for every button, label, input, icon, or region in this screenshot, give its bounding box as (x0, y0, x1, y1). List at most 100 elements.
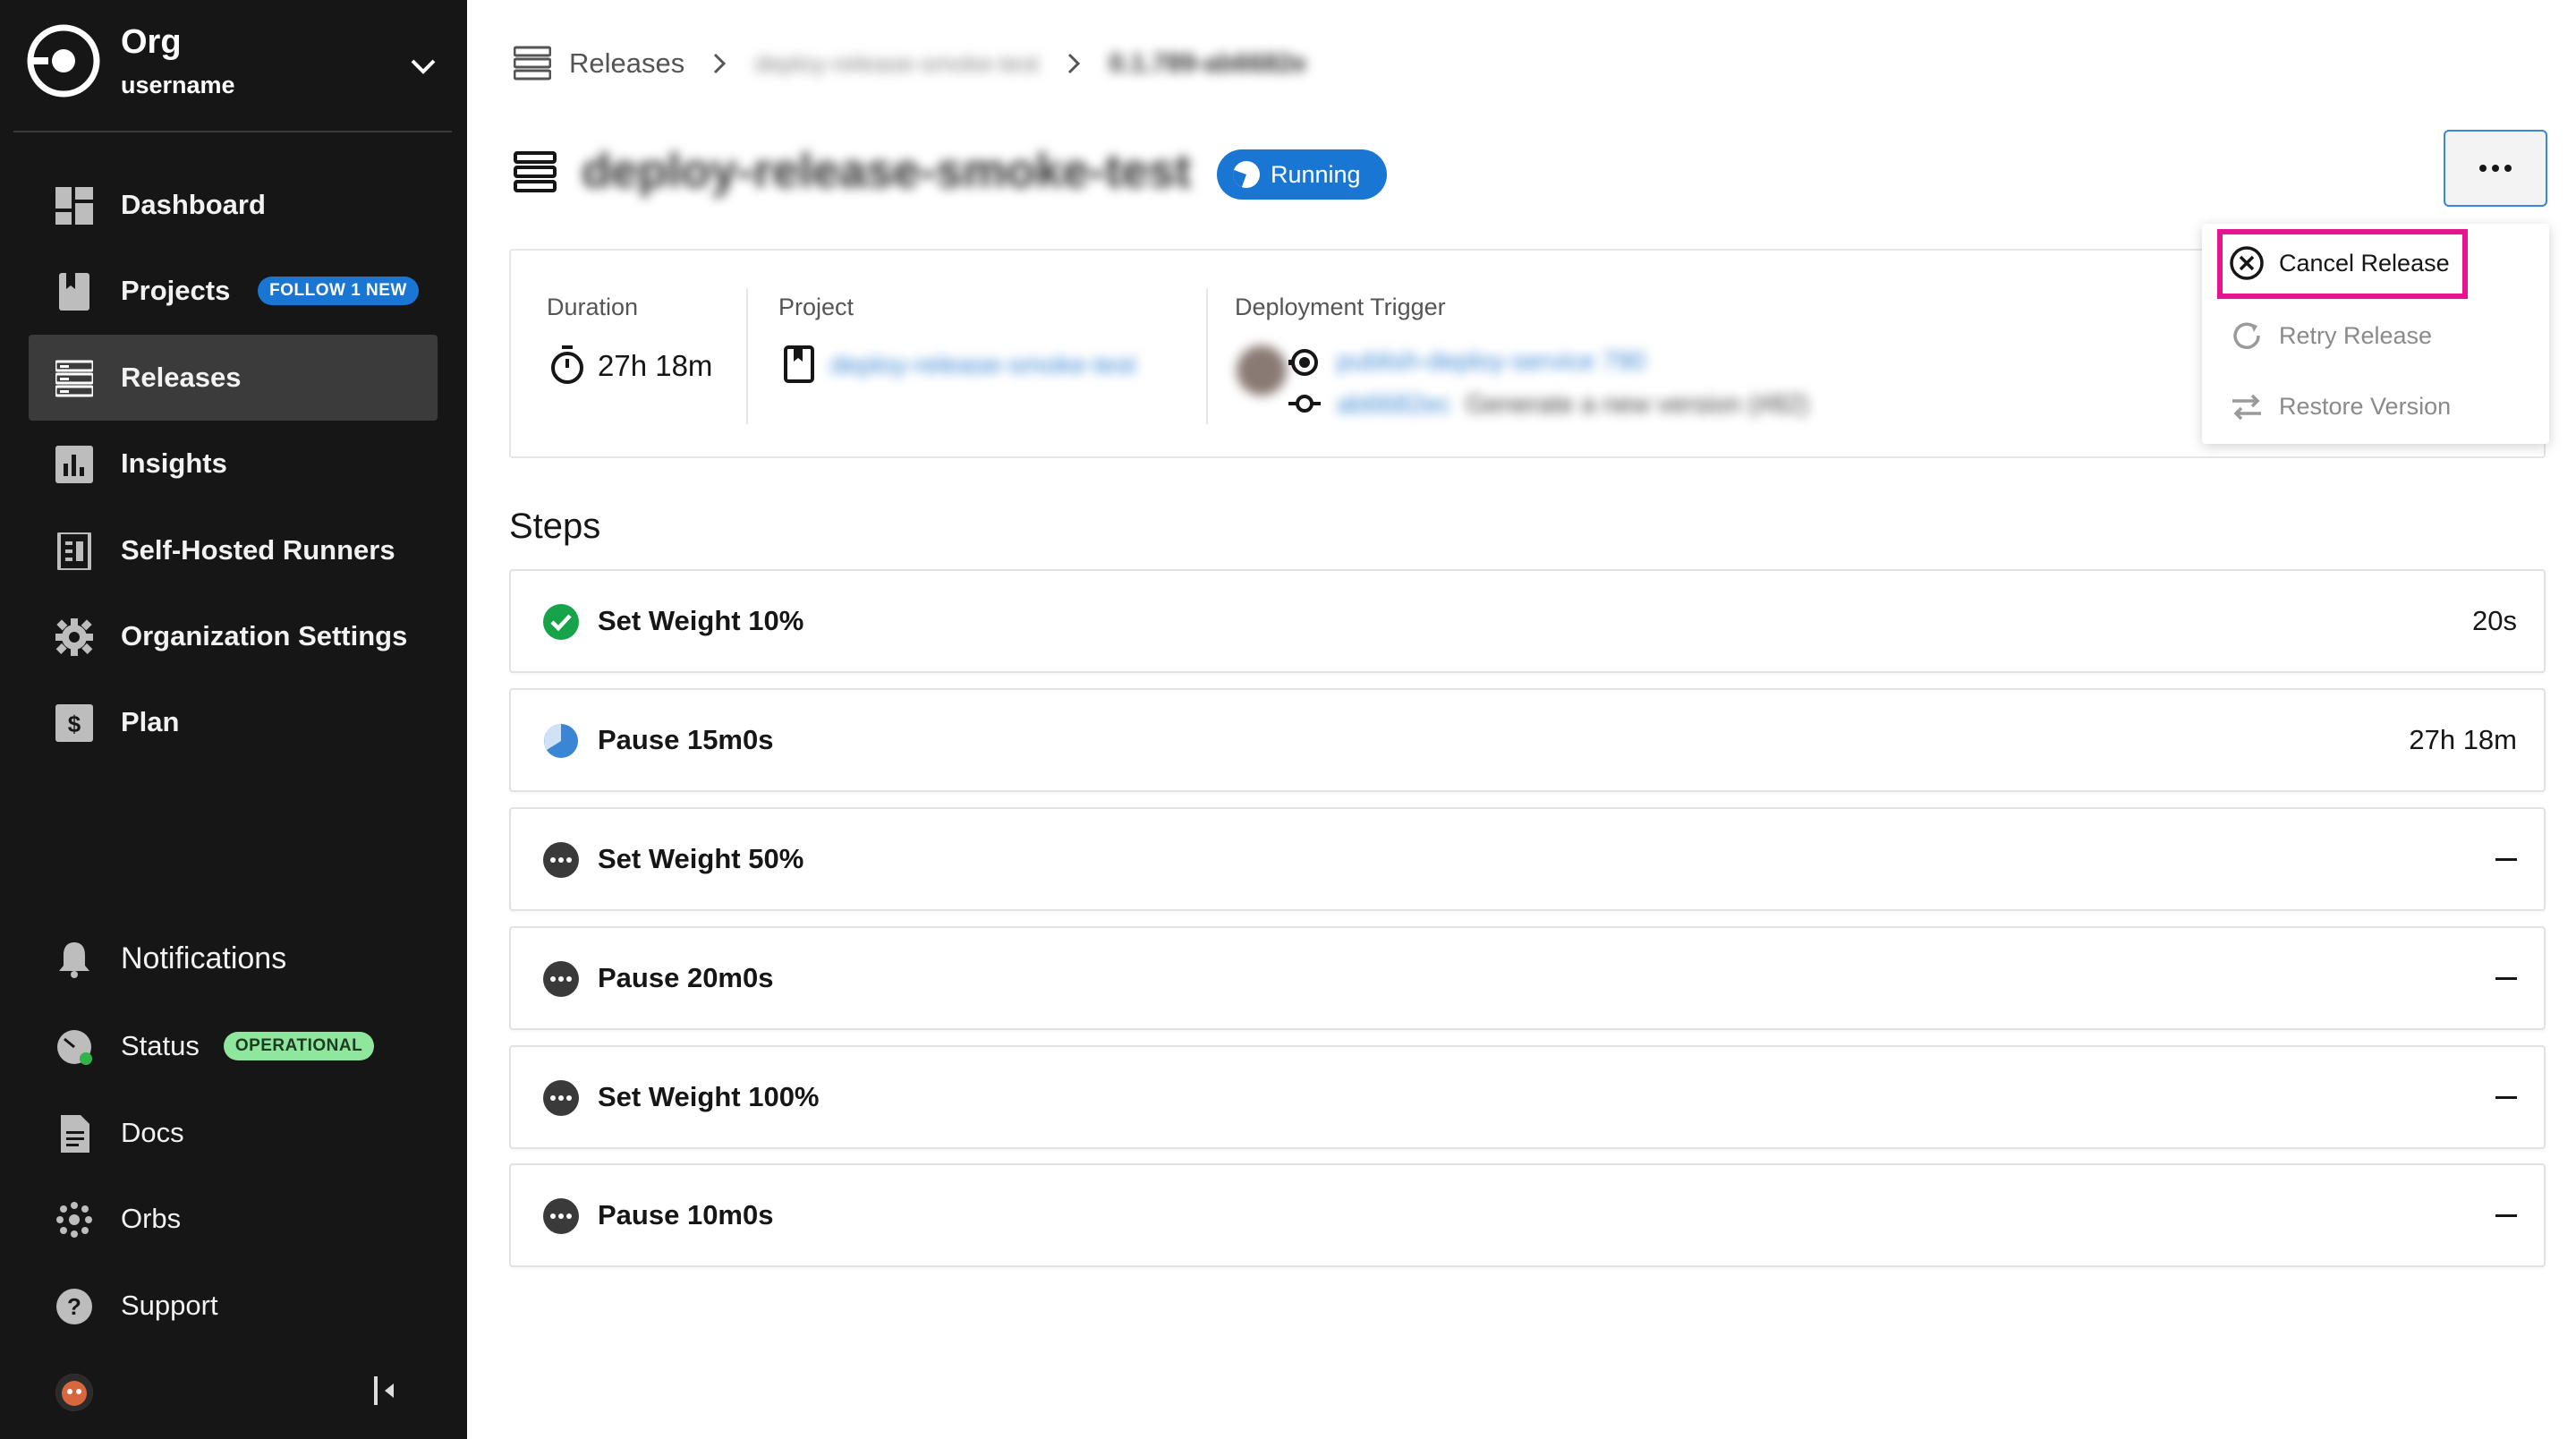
project-link[interactable]: deploy-release-smoke-test (830, 351, 1136, 380)
deployment-trigger-section: Deployment Trigger publish-deploy-servic… (1208, 251, 2085, 460)
sidebar: Org username Dashboard Projects FOLLOW 1… (0, 0, 467, 1439)
status-gauge-icon (57, 1030, 92, 1065)
retry-release-menu-item: Retry Release (2229, 309, 2432, 362)
user-avatar[interactable] (55, 1374, 93, 1411)
follow-new-badge[interactable]: FOLLOW 1 NEW (258, 277, 419, 305)
step-name: Set Weight 50% (598, 843, 804, 874)
runner-document-icon (57, 532, 91, 570)
operational-badge: OPERATIONAL (224, 1032, 374, 1060)
more-actions-button[interactable] (2444, 130, 2547, 207)
chevron-down-icon[interactable] (405, 48, 441, 84)
orbs-icon (56, 1202, 92, 1238)
releases-icon (514, 151, 557, 192)
sidebar-item-label: Releases (121, 362, 242, 393)
step-name: Pause 10m0s (598, 1199, 774, 1230)
duration-label: Duration (547, 294, 639, 320)
commit-icon (1288, 395, 1321, 413)
trigger-label: Deployment Trigger (1235, 294, 1446, 320)
help-icon: ? (56, 1289, 92, 1324)
sidebar-divider (13, 131, 452, 132)
sidebar-item-label: Projects (121, 275, 231, 306)
pending-dots-icon (543, 842, 579, 878)
timer-icon (551, 345, 583, 384)
svg-text:?: ? (67, 1293, 81, 1320)
sidebar-item-label: Self-Hosted Runners (121, 534, 395, 566)
project-label: Project (778, 294, 854, 320)
step-row[interactable]: Set Weight 10% 20s (509, 569, 2546, 673)
empty-duration-dash (2495, 977, 2517, 980)
collapse-sidebar-icon[interactable] (369, 1373, 404, 1409)
duration-section: Duration 27h 18m (511, 251, 744, 460)
steps-heading: Steps (509, 507, 601, 546)
sidebar-item-dashboard[interactable]: Dashboard (29, 162, 438, 248)
empty-duration-dash (2495, 858, 2517, 861)
sidebar-item-self-hosted-runners[interactable]: Self-Hosted Runners (29, 507, 438, 593)
sidebar-item-label: Plan (121, 706, 180, 737)
project-bookmark-icon (59, 273, 89, 311)
sidebar-item-notifications[interactable]: Notifications (29, 915, 438, 1001)
gear-icon (55, 618, 93, 656)
sidebar-item-label: Dashboard (121, 189, 266, 220)
menu-item-label: Retry Release (2279, 321, 2433, 349)
sidebar-item-releases[interactable]: Releases (29, 335, 438, 421)
dollar-icon: $ (55, 704, 93, 742)
chevron-right-icon (714, 53, 727, 74)
sidebar-item-label: Status (121, 1030, 200, 1061)
breadcrumb-version: 0.1.789-ab6682e (1109, 48, 1307, 78)
breadcrumb-component[interactable]: deploy-release-smoke-test (754, 50, 1039, 78)
swap-arrows-icon (2232, 394, 2261, 421)
step-row[interactable]: Pause 10m0s (509, 1163, 2546, 1267)
step-name: Set Weight 10% (598, 605, 804, 636)
step-row[interactable]: Pause 20m0s (509, 926, 2546, 1030)
sidebar-item-plan[interactable]: $ Plan (29, 679, 438, 765)
empty-duration-dash (2495, 1214, 2517, 1217)
step-row[interactable]: Set Weight 50% (509, 807, 2546, 911)
running-pie-icon (1233, 161, 1260, 188)
sidebar-item-projects[interactable]: Projects FOLLOW 1 NEW (29, 248, 438, 334)
pending-dots-icon (543, 1198, 579, 1234)
dashboard-icon (55, 187, 93, 225)
sidebar-item-label: Support (121, 1290, 218, 1321)
empty-duration-dash (2495, 1096, 2517, 1099)
sidebar-item-organization-settings[interactable]: Organization Settings (29, 593, 438, 679)
more-dots-icon (2479, 165, 2512, 172)
status-label: Running (1271, 160, 1361, 188)
project-section: Project deploy-release-smoke-test (748, 251, 1206, 460)
sidebar-item-docs[interactable]: Docs (29, 1090, 438, 1176)
step-row[interactable]: Set Weight 100% (509, 1045, 2546, 1149)
org-username: username (121, 72, 235, 98)
trigger-commit-link[interactable]: ab6682ec (1337, 390, 1450, 420)
sidebar-item-insights[interactable]: Insights (29, 421, 438, 507)
sidebar-item-label: Docs (121, 1117, 184, 1148)
trigger-commit-message: Generate a new version (#82) (1466, 390, 1809, 419)
bell-icon (59, 942, 89, 978)
step-name: Pause 15m0s (598, 724, 774, 755)
sidebar-item-label: Insights (121, 447, 227, 479)
trigger-workflow-link[interactable]: publish-deploy-service 790 (1337, 347, 1645, 377)
sidebar-item-label: Orbs (121, 1203, 182, 1234)
document-icon (61, 1115, 89, 1153)
step-duration: 27h 18m (2409, 724, 2517, 755)
workflow-icon (1288, 349, 1318, 376)
insights-chart-icon (55, 446, 93, 483)
step-name: Set Weight 100% (598, 1081, 820, 1112)
sidebar-item-support[interactable]: ? Support (29, 1263, 438, 1349)
status-badge: Running (1217, 149, 1387, 200)
avatar-icon (55, 1374, 93, 1411)
sidebar-item-label: Organization Settings (121, 620, 408, 651)
step-row[interactable]: Pause 15m0s 27h 18m (509, 688, 2546, 792)
org-logo-icon (27, 24, 100, 98)
sidebar-item-status[interactable]: Status OPERATIONAL (29, 1003, 438, 1089)
running-pie-icon (544, 724, 578, 758)
sidebar-item-label: Notifications (121, 941, 287, 975)
success-check-icon (543, 604, 579, 640)
org-switcher[interactable]: Org username (0, 0, 467, 132)
duration-value: 27h 18m (598, 349, 713, 382)
trigger-avatar (1237, 345, 1287, 396)
step-name: Pause 20m0s (598, 962, 774, 993)
breadcrumb-releases[interactable]: Releases (569, 47, 684, 80)
sidebar-item-orbs[interactable]: Orbs (29, 1176, 438, 1262)
menu-item-label: Restore Version (2279, 392, 2452, 420)
cancel-release-highlight (2217, 229, 2468, 299)
refresh-icon (2233, 322, 2260, 349)
